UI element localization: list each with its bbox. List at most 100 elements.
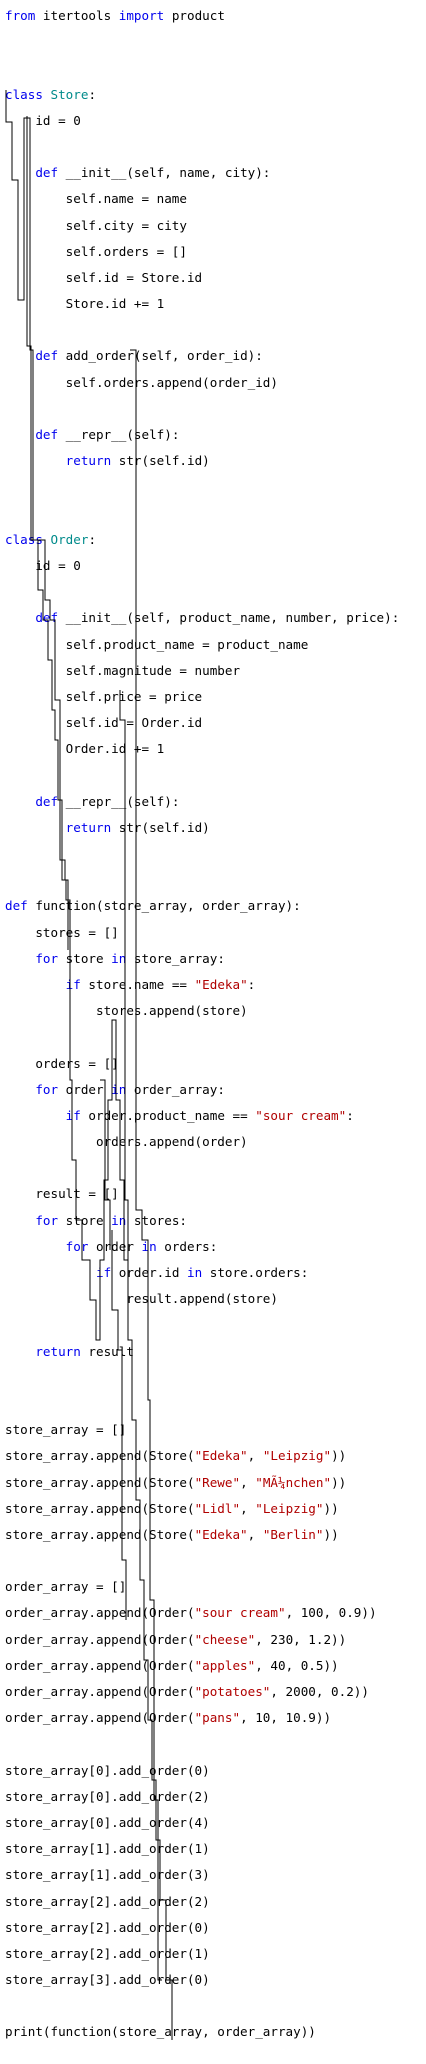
code-line: store_array[2].add_order(2) (5, 1889, 399, 1915)
code-line: if order.id in store.orders: (5, 1260, 399, 1286)
code-token: order_array.append(Order( (5, 1631, 195, 1647)
code-line: stores.append(store) (5, 998, 399, 1024)
code-line: from itertools import product (5, 3, 399, 29)
code-line: Order.id += 1 (5, 736, 399, 762)
code-token: return (65, 819, 112, 835)
code-token: )) (331, 1474, 347, 1490)
code-line: self.city = city (5, 213, 399, 239)
code-line: id = 0 (5, 553, 399, 579)
code-token: store_array[2].add_order(2) (5, 1893, 210, 1909)
code-token: str(self.id) (111, 819, 210, 835)
code-token: if (65, 1107, 81, 1123)
code-token: order.product_name == (80, 1107, 256, 1123)
code-token: self.magnitude = number (5, 662, 241, 678)
code-token: store_array.append(Store( (5, 1500, 195, 1516)
code-token: def (35, 165, 59, 181)
code-line: order_array.append(Order("sour cream", 1… (5, 1600, 399, 1626)
code-token: self.name = name (5, 191, 187, 207)
code-token: product (164, 8, 225, 23)
code-token: "Berlin" (262, 1526, 324, 1542)
code-token: id = 0 (5, 112, 81, 128)
code-token: result.append(store) (5, 1291, 278, 1307)
code-line: return str(self.id) (5, 448, 399, 474)
code-token: def (35, 427, 59, 442)
code-line: store_array[0].add_order(2) (5, 1784, 399, 1810)
code-line: class Store: (5, 82, 399, 108)
code-token: store.orders: (202, 1265, 309, 1280)
code-line: store_array[0].add_order(0) (5, 1758, 399, 1784)
code-line: orders.append(order) (5, 1129, 399, 1155)
code-token: , 100, 0.9)) (285, 1605, 377, 1621)
code-token: Store (50, 86, 89, 102)
code-line: store_array[2].add_order(1) (5, 1941, 399, 1967)
code-line: Store.id += 1 (5, 291, 399, 317)
code-line: def function(store_array, order_array): (5, 893, 399, 919)
code-token: stores.append(store) (5, 1003, 248, 1019)
code-token: "Edeka" (194, 1448, 248, 1464)
code-token: from (5, 8, 36, 23)
code-token: order.id (111, 1265, 187, 1280)
code-line: id = 0 (5, 108, 399, 134)
code-line: store_array[1].add_order(3) (5, 1862, 399, 1888)
code-token: itertools (35, 8, 119, 23)
code-line: self.id = Store.id (5, 265, 399, 291)
code-line: return str(self.id) (5, 815, 399, 841)
code-line: def __repr__(self): (5, 789, 399, 815)
code-token: def (35, 610, 59, 626)
code-token: store_array[2].add_order(0) (5, 1919, 210, 1935)
code-line: store_array[3].add_order(0) (5, 1967, 399, 1993)
code-token: "Lidl" (194, 1500, 241, 1516)
code-token: , (247, 1448, 263, 1464)
code-line: print(function(store_array, order_array)… (5, 2019, 399, 2045)
code-token: in (111, 1212, 127, 1228)
code-token: "Edeka" (194, 976, 248, 992)
code-token: orders = [] (5, 1055, 119, 1071)
code-token: "Leipzig" (255, 1500, 324, 1516)
code-token: store_array[0].add_order(0) (5, 1762, 210, 1778)
code-token: stores = [] (5, 924, 119, 940)
code-token: function(store_array, order_array): (27, 898, 301, 914)
code-token: store_array.append(Store( (5, 1474, 195, 1490)
code-line: def __repr__(self): (5, 422, 399, 448)
code-line: order_array.append(Order("potatoes", 200… (5, 1679, 399, 1705)
code-token: store_array.append(Store( (5, 1448, 195, 1464)
code-line: store_array.append(Store("Rewe", "MÃ¼nch… (5, 1470, 399, 1496)
code-token: for (35, 1081, 59, 1097)
code-token: in (111, 950, 127, 966)
code-token: "Rewe" (194, 1474, 241, 1490)
code-line: def __init__(self, product_name, number,… (5, 605, 399, 631)
code-token: store (58, 950, 112, 966)
code-token: "potatoes" (194, 1684, 271, 1699)
code-token: __repr__(self): (58, 427, 180, 442)
code-token: order (58, 1081, 112, 1097)
code-token: __init__(self, name, city): (58, 165, 271, 181)
code-token: import (118, 8, 165, 23)
code-line: for order in orders: (5, 1234, 399, 1260)
code-content[interactable]: from itertools import product class Stor… (5, 3, 399, 2046)
code-editor[interactable]: from itertools import product class Stor… (0, 0, 426, 2064)
code-token: __repr__(self): (58, 793, 180, 809)
code-line: class Order: (5, 527, 399, 553)
code-token: )) (323, 1500, 339, 1516)
code-line: order_array.append(Order("cheese", 230, … (5, 1627, 399, 1653)
code-token: def (35, 793, 59, 809)
code-token: store.name == (80, 976, 195, 992)
